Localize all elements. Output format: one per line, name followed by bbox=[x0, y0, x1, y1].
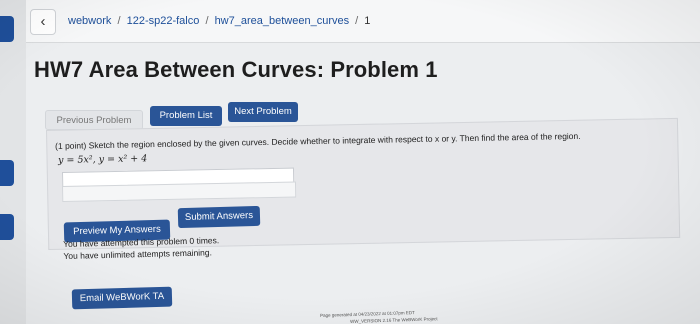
submit-answers-button[interactable]: Submit Answers bbox=[177, 205, 261, 229]
footer-version: WW_VERSION 2.16 The WeBWorK Project bbox=[350, 316, 438, 324]
chevron-left-icon: ‹ bbox=[40, 13, 46, 30]
email-ta-button[interactable]: Email WeBWorK TA bbox=[71, 286, 173, 310]
sidebar-accent-bottom bbox=[0, 214, 14, 240]
sidebar-accent-middle bbox=[0, 160, 14, 186]
previous-problem-button[interactable]: Previous Problem bbox=[45, 110, 143, 130]
back-button[interactable]: ‹ bbox=[30, 9, 56, 35]
sidebar-accent-top bbox=[0, 16, 14, 42]
next-problem-button[interactable]: Next Problem bbox=[228, 102, 298, 122]
breadcrumb-link-course[interactable]: 122-sp22-falco bbox=[127, 15, 200, 27]
breadcrumb: webwork / 122-sp22-falco / hw7_area_betw… bbox=[68, 15, 370, 27]
breadcrumb-current: 1 bbox=[364, 15, 371, 27]
breadcrumb-separator: / bbox=[205, 15, 209, 27]
breadcrumb-separator: / bbox=[355, 15, 359, 27]
problem-list-button[interactable]: Problem List bbox=[150, 106, 222, 126]
breadcrumb-link-webwork[interactable]: webwork bbox=[68, 15, 111, 27]
breadcrumb-link-set[interactable]: hw7_area_between_curves bbox=[215, 15, 350, 27]
problem-equation: y = 5x², y = x² + 4 bbox=[58, 153, 148, 166]
attempts-info: You have attempted this problem 0 times.… bbox=[63, 234, 220, 262]
breadcrumb-separator: / bbox=[117, 15, 121, 27]
attempts-remaining-text: You have unlimited attempts remaining. bbox=[63, 247, 213, 261]
page-title: HW7 Area Between Curves: Problem 1 bbox=[34, 57, 438, 82]
